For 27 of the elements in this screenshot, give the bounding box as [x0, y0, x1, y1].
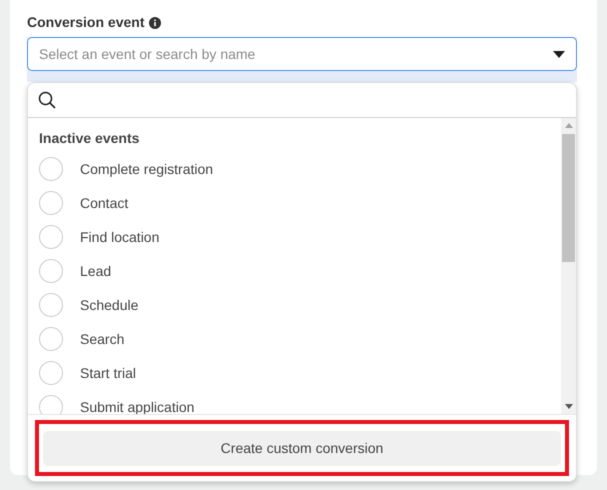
create-custom-conversion-button[interactable]: Create custom conversion [43, 430, 561, 466]
scroll-down-icon[interactable] [564, 404, 572, 409]
event-option[interactable]: Complete registration [28, 152, 561, 186]
event-select[interactable]: Select an event or search by name [27, 37, 577, 71]
event-option[interactable]: Search [28, 322, 561, 356]
event-option[interactable]: Lead [28, 254, 561, 288]
radio-button[interactable] [39, 225, 63, 249]
radio-button[interactable] [39, 293, 63, 317]
caret-icon [553, 50, 565, 58]
scrollbar[interactable] [561, 118, 576, 414]
event-option[interactable]: Start trial [28, 356, 561, 390]
info-icon [149, 16, 162, 28]
scrollbar-thumb[interactable] [562, 134, 575, 262]
radio-button[interactable] [39, 361, 63, 385]
scroll-up-icon[interactable] [564, 123, 572, 128]
radio-button[interactable] [39, 191, 63, 215]
radio-button[interactable] [39, 395, 63, 414]
radio-button[interactable] [39, 259, 63, 283]
radio-button[interactable] [39, 157, 63, 181]
event-select-input[interactable]: Select an event or search by name [39, 44, 553, 64]
group-heading: Inactive events [38, 129, 140, 148]
search-icon [38, 91, 56, 109]
event-option[interactable]: Schedule [28, 288, 561, 322]
field-label: Conversion event [27, 13, 144, 32]
event-option[interactable]: Contact [28, 186, 561, 220]
radio-button[interactable] [39, 327, 63, 351]
event-option[interactable]: Find location [28, 220, 561, 254]
